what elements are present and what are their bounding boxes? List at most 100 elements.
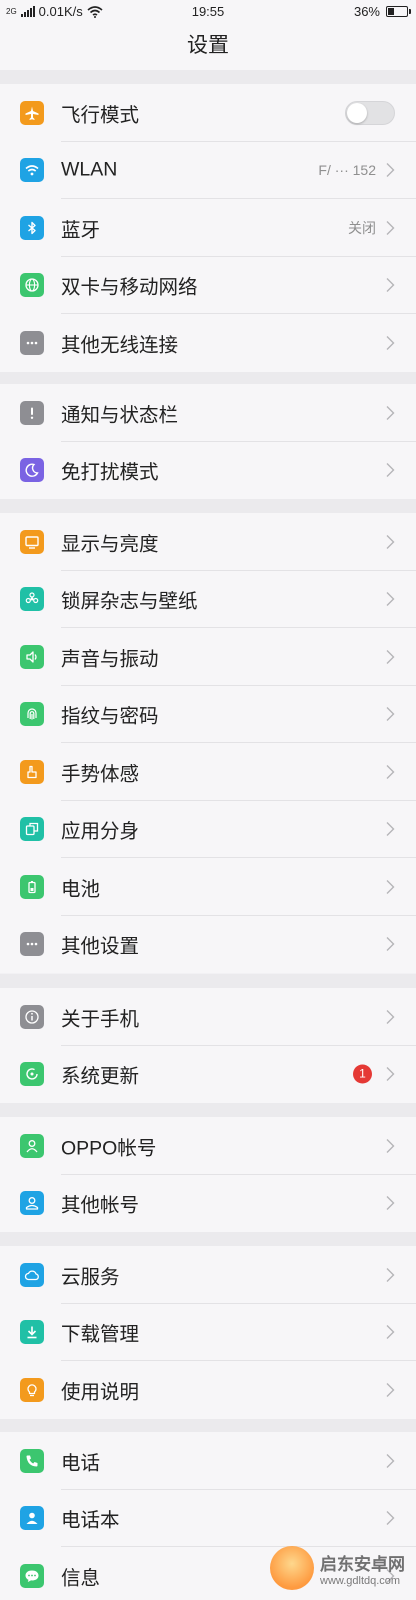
section-gap (0, 1418, 416, 1432)
settings-item[interactable]: 电池 (0, 858, 416, 916)
settings-item[interactable]: 其他帐号 (0, 1175, 416, 1233)
settings-item[interactable]: 显示与亮度 (0, 513, 416, 571)
chevron-right-icon (385, 534, 395, 550)
lightbulb-icon (20, 1377, 44, 1402)
chevron-right-icon (385, 821, 395, 837)
settings-item[interactable]: 免打扰模式 (0, 442, 416, 500)
settings-item[interactable]: 云服务 (0, 1246, 416, 1304)
chevron-right-icon (385, 335, 395, 351)
status-bar: 2G 0.01K/s 19:55 36% (0, 0, 416, 22)
contacts-icon (20, 1506, 44, 1531)
battery-percent: 36% (353, 4, 380, 19)
settings-item[interactable]: 锁屏杂志与壁纸 (0, 571, 416, 628)
settings-item[interactable]: 指纹与密码 (0, 686, 416, 743)
settings-item-label: 显示与亮度 (61, 533, 159, 556)
user-icon (20, 1191, 44, 1216)
settings-item[interactable]: WLAN F/ ··· 152 (0, 142, 416, 199)
chevron-right-icon (385, 1324, 395, 1340)
settings-item[interactable]: 应用分身 (0, 801, 416, 858)
battery-status-icon (386, 6, 411, 17)
download-icon (20, 1320, 44, 1345)
airplane-icon (20, 100, 44, 125)
settings-item[interactable]: 系统更新 1 (0, 1046, 416, 1104)
page-title: 设置 (0, 22, 416, 70)
chevron-right-icon (385, 879, 395, 895)
settings-item-label: 双卡与移动网络 (61, 276, 198, 299)
watermark-logo-icon (270, 1546, 314, 1590)
settings-item-label: 其他设置 (61, 935, 140, 958)
message-icon (20, 1563, 44, 1588)
settings-item-label: 免打扰模式 (61, 461, 159, 484)
chevron-right-icon (385, 1138, 395, 1154)
chevron-right-icon (385, 162, 395, 178)
settings-item[interactable]: 其他设置 (0, 916, 416, 974)
settings-item[interactable]: 声音与振动 (0, 628, 416, 686)
chevron-right-icon (385, 277, 395, 293)
chevron-right-icon (385, 1009, 395, 1025)
display-icon (20, 529, 44, 554)
chevron-right-icon (385, 764, 395, 780)
chevron-right-icon (385, 1510, 395, 1526)
settings-item-label: 电池 (61, 878, 101, 901)
settings-item[interactable]: 手势体感 (0, 743, 416, 801)
clone-icon (20, 817, 44, 842)
settings-item[interactable]: 蓝牙 关闭 (0, 199, 416, 257)
settings-item-label: 系统更新 (61, 1065, 140, 1088)
chevron-right-icon (385, 1066, 395, 1082)
battery-icon (20, 874, 44, 899)
settings-item[interactable]: 通知与状态栏 (0, 384, 416, 442)
speaker-icon (20, 644, 44, 669)
flower-icon (20, 587, 44, 612)
section-gap (0, 1103, 416, 1117)
settings-item-label: 电话本 (61, 1509, 120, 1532)
settings-item-label: 关于手机 (61, 1008, 140, 1031)
cloud-icon (20, 1262, 44, 1287)
update-count-badge: 1 (353, 1064, 372, 1084)
settings-item-label: 电话 (61, 1452, 101, 1475)
chevron-right-icon (385, 1382, 395, 1398)
status-right: 36% (353, 4, 411, 19)
settings-item[interactable]: 电话 (0, 1432, 416, 1490)
settings-item[interactable]: OPPO帐号 (0, 1117, 416, 1175)
settings-item[interactable]: 电话本 (0, 1490, 416, 1547)
settings-item[interactable]: 其他无线连接 (0, 314, 416, 372)
settings-item-label: 锁屏杂志与壁纸 (61, 590, 198, 613)
info-icon (20, 1004, 44, 1029)
section-gap (0, 70, 416, 84)
chevron-right-icon (385, 405, 395, 421)
settings-item-label: 云服务 (61, 1266, 120, 1289)
chevron-right-icon (385, 220, 395, 236)
section-gap (0, 499, 416, 513)
settings-item[interactable]: 飞行模式 (0, 84, 416, 142)
chevron-right-icon (385, 936, 395, 952)
settings-group: 云服务下载管理使用说明 (0, 1246, 416, 1419)
toggle-knob (347, 102, 367, 123)
settings-item-label: 下载管理 (61, 1323, 140, 1346)
settings-item-value: F/ ··· 152 (318, 162, 376, 179)
watermark: 启东安卓网 www.gdltdq.com (270, 1540, 410, 1596)
chevron-right-icon (385, 1195, 395, 1211)
settings-item-label: 使用说明 (61, 1381, 140, 1404)
settings-item[interactable]: 下载管理 (0, 1304, 416, 1361)
settings-item[interactable]: 双卡与移动网络 (0, 257, 416, 314)
watermark-line1: 启东安卓网 (320, 1554, 405, 1574)
section-gap (0, 1232, 416, 1246)
settings-item-label: 通知与状态栏 (61, 404, 179, 427)
settings-item[interactable]: 使用说明 (0, 1361, 416, 1419)
airplane-mode-toggle[interactable] (345, 100, 395, 125)
settings-item-label: 蓝牙 (61, 219, 101, 242)
settings-item-label: 信息 (61, 1567, 101, 1590)
wifi-icon (20, 158, 44, 183)
watermark-line2: www.gdltdq.com (320, 1574, 401, 1587)
moon-icon (20, 458, 44, 483)
fingerprint-icon (20, 702, 44, 727)
phone-icon (20, 1448, 44, 1473)
exclamation-icon (20, 400, 44, 425)
settings-item[interactable]: 关于手机 (0, 988, 416, 1046)
settings-item-label: 声音与振动 (61, 648, 159, 671)
account-icon (20, 1133, 44, 1158)
chevron-right-icon (385, 706, 395, 722)
settings-item-value: 关闭 (348, 219, 376, 236)
chevron-right-icon (385, 1453, 395, 1469)
chevron-right-icon (385, 462, 395, 478)
